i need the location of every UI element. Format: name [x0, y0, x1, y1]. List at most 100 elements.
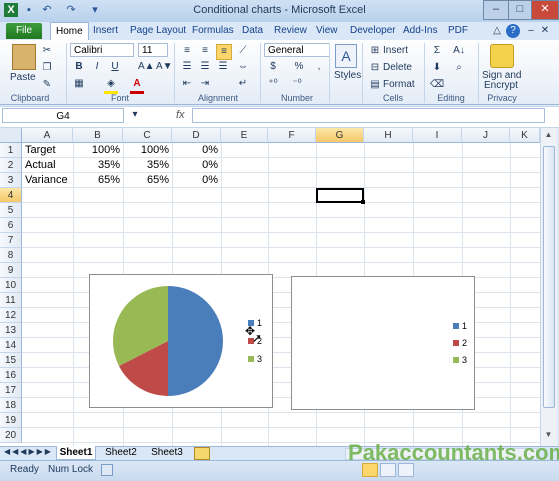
- pie-1-slice-1[interactable]: [168, 286, 223, 396]
- row-header-10[interactable]: 10: [0, 278, 22, 293]
- column-header-h[interactable]: H: [364, 128, 413, 143]
- insert-cells-icon[interactable]: ⊞: [368, 44, 382, 58]
- delete-cells-button[interactable]: Delete: [383, 62, 412, 73]
- cell-b2[interactable]: 35%: [73, 158, 120, 173]
- scroll-thumb[interactable]: [543, 146, 555, 408]
- cell-c1[interactable]: 100%: [123, 143, 169, 158]
- align-right-icon[interactable]: ☰: [216, 60, 230, 74]
- align-bottom-icon[interactable]: ≡: [216, 44, 232, 60]
- column-header-i[interactable]: I: [413, 128, 462, 143]
- tab-page-layout[interactable]: Page Layout: [125, 22, 191, 40]
- row-header-20[interactable]: 20: [0, 428, 22, 443]
- italic-button[interactable]: I: [90, 60, 104, 74]
- tab-pdf[interactable]: PDF: [443, 22, 473, 40]
- row-header-19[interactable]: 19: [0, 413, 22, 428]
- percent-button[interactable]: %: [292, 60, 306, 74]
- wrap-text-icon[interactable]: ↵: [236, 77, 250, 91]
- tab-developer[interactable]: Developer: [345, 22, 401, 40]
- ribbon-minimize-icon[interactable]: △: [490, 24, 504, 38]
- workbook-minimize-icon[interactable]: –: [524, 24, 538, 38]
- paste-icon[interactable]: [12, 44, 36, 70]
- bold-button[interactable]: B: [72, 60, 86, 74]
- fill-color-icon[interactable]: ◈: [104, 77, 118, 94]
- cell-b3[interactable]: 65%: [73, 173, 120, 188]
- increase-decimal-icon[interactable]: ⁺⁰: [266, 77, 280, 91]
- cell-a3[interactable]: Variance: [25, 173, 68, 188]
- grow-font-icon[interactable]: A▲: [138, 60, 155, 74]
- comma-style-icon[interactable]: ,: [312, 60, 326, 74]
- tab-data[interactable]: Data: [237, 22, 268, 40]
- clear-icon[interactable]: ⌫: [430, 78, 444, 92]
- delete-cells-icon[interactable]: ⊟: [368, 61, 382, 75]
- decrease-decimal-icon[interactable]: ⁻⁰: [290, 77, 304, 91]
- row-header-14[interactable]: 14: [0, 338, 22, 353]
- shrink-font-icon[interactable]: A▼: [156, 60, 173, 74]
- scroll-up-icon[interactable]: ▲: [543, 130, 554, 142]
- name-box[interactable]: G4: [2, 108, 124, 123]
- tab-home[interactable]: Home: [50, 22, 89, 41]
- orientation-icon[interactable]: ⟋: [236, 44, 250, 58]
- format-cells-button[interactable]: Format: [383, 79, 415, 90]
- tab-review[interactable]: Review: [269, 22, 312, 40]
- font-name-combo[interactable]: Calibri: [70, 43, 134, 57]
- workbook-close-icon[interactable]: ✕: [538, 24, 552, 38]
- row-header-16[interactable]: 16: [0, 368, 22, 383]
- autosum-icon[interactable]: Σ: [430, 44, 444, 58]
- underline-button[interactable]: U: [108, 60, 122, 74]
- insert-cells-button[interactable]: Insert: [383, 45, 408, 56]
- currency-button[interactable]: $: [266, 60, 280, 74]
- macro-record-icon[interactable]: [101, 464, 113, 476]
- column-header-d[interactable]: D: [172, 128, 221, 143]
- column-header-e[interactable]: E: [221, 128, 268, 143]
- fill-handle[interactable]: [361, 200, 365, 204]
- sheet-nav-icon[interactable]: ◀◀◀▶▶▶: [4, 447, 53, 456]
- maximize-button[interactable]: □: [508, 0, 532, 20]
- minimize-button[interactable]: –: [483, 0, 509, 20]
- sort-filter-icon[interactable]: A↓: [452, 44, 466, 58]
- tab-view[interactable]: View: [311, 22, 343, 40]
- row-header-6[interactable]: 6: [0, 218, 22, 233]
- increase-indent-icon[interactable]: ⇥: [198, 77, 212, 91]
- font-color-icon[interactable]: A: [130, 77, 144, 94]
- merge-center-icon[interactable]: ⇔: [236, 60, 250, 74]
- cell-c2[interactable]: 35%: [123, 158, 169, 173]
- help-icon[interactable]: ?: [506, 24, 520, 38]
- row-header-12[interactable]: 12: [0, 308, 22, 323]
- vertical-scrollbar[interactable]: ▲ ▼: [540, 128, 557, 446]
- fill-icon[interactable]: ⬇: [430, 61, 444, 75]
- align-top-icon[interactable]: ≡: [180, 44, 194, 58]
- align-left-icon[interactable]: ☰: [180, 60, 194, 74]
- sheet-tab-3[interactable]: Sheet3: [148, 446, 186, 459]
- cell-d3[interactable]: 0%: [172, 173, 218, 188]
- formula-input[interactable]: [192, 108, 545, 123]
- column-header-a[interactable]: A: [22, 128, 73, 143]
- tab-insert[interactable]: Insert: [88, 22, 123, 40]
- decrease-indent-icon[interactable]: ⇤: [180, 77, 194, 91]
- row-header-11[interactable]: 11: [0, 293, 22, 308]
- cut-icon[interactable]: ✂: [40, 44, 54, 58]
- column-header-f[interactable]: F: [268, 128, 316, 143]
- font-size-combo[interactable]: 11: [138, 43, 168, 57]
- tab-file[interactable]: File: [6, 23, 42, 39]
- format-cells-icon[interactable]: ▤: [368, 78, 382, 92]
- row-header-13[interactable]: 13: [0, 323, 22, 338]
- insert-function-button[interactable]: fx: [176, 109, 185, 121]
- name-box-dropdown-icon[interactable]: ▾: [128, 108, 142, 122]
- align-middle-icon[interactable]: ≡: [198, 44, 212, 58]
- row-header-18[interactable]: 18: [0, 398, 22, 413]
- cell-c3[interactable]: 65%: [123, 173, 169, 188]
- styles-icon[interactable]: A: [335, 44, 357, 68]
- tab-add-ins[interactable]: Add-Ins: [398, 22, 442, 40]
- styles-button[interactable]: Styles: [334, 70, 361, 81]
- paste-button[interactable]: Paste: [10, 72, 36, 83]
- row-header-5[interactable]: 5: [0, 203, 22, 218]
- row-header-7[interactable]: 7: [0, 233, 22, 248]
- format-painter-icon[interactable]: ✎: [40, 78, 54, 92]
- cell-b1[interactable]: 100%: [73, 143, 120, 158]
- row-header-15[interactable]: 15: [0, 353, 22, 368]
- number-format-combo[interactable]: General: [264, 43, 330, 57]
- row-header-17[interactable]: 17: [0, 383, 22, 398]
- cell-d2[interactable]: 0%: [172, 158, 218, 173]
- align-center-icon[interactable]: ☰: [198, 60, 212, 74]
- row-header-8[interactable]: 8: [0, 248, 22, 263]
